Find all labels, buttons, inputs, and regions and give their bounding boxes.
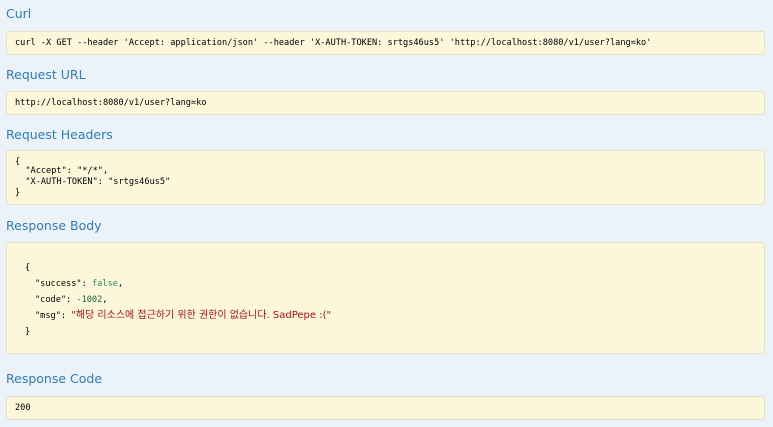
success-value: false xyxy=(91,279,118,289)
body-msg-line: "msg": "해당 리소스에 접근하기 위한 권한이 없습니다. SadPep… xyxy=(35,310,332,321)
request-url-value: http://localhost:8080/v1/user?lang=ko xyxy=(15,98,207,108)
response-code-box[interactable]: 200 xyxy=(6,396,765,420)
body-close-brace: } xyxy=(25,327,31,337)
headers-token-line: "X-AUTH-TOKEN": "srtgs46us5" xyxy=(15,177,171,187)
curl-command: curl -X GET --header 'Accept: applicatio… xyxy=(15,38,652,48)
code-value: -1002 xyxy=(76,295,103,305)
curl-title: Curl xyxy=(6,6,32,21)
curl-command-box[interactable]: curl -X GET --header 'Accept: applicatio… xyxy=(6,31,765,55)
response-body-box[interactable]: { "success": false, "code": -1002, "msg"… xyxy=(6,242,765,354)
body-open-brace: { xyxy=(25,263,31,273)
body-success-line: "success": false, xyxy=(35,279,123,289)
msg-value: "해당 리소스에 접근하기 위한 권한이 없습니다. SadPepe :(" xyxy=(71,310,332,321)
request-headers-title: Request Headers xyxy=(6,127,113,142)
code-key: "code" xyxy=(35,295,67,305)
success-key: "success" xyxy=(35,279,82,289)
response-code-title: Response Code xyxy=(6,371,103,386)
headers-close-brace: } xyxy=(15,188,21,198)
request-headers-box[interactable]: { "Accept": "*/*", "X-AUTH-TOKEN": "srtg… xyxy=(6,150,765,205)
request-url-title: Request URL xyxy=(6,67,86,82)
body-code-line: "code": -1002, xyxy=(35,295,108,305)
response-body-title: Response Body xyxy=(6,218,102,233)
headers-accept-line: "Accept": "*/*", xyxy=(15,166,109,176)
response-code-value: 200 xyxy=(15,403,31,413)
msg-key: "msg" xyxy=(35,311,61,321)
request-url-box[interactable]: http://localhost:8080/v1/user?lang=ko xyxy=(6,91,765,115)
